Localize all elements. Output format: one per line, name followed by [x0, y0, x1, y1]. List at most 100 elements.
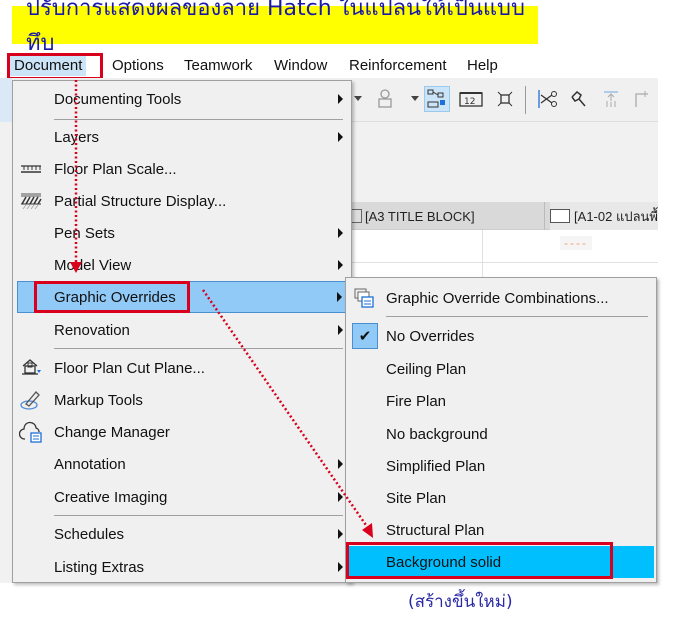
chevron-right-icon — [338, 562, 343, 572]
menu-item-structural-plan[interactable]: Structural Plan — [346, 514, 656, 546]
dropdown-arrow-icon[interactable] — [354, 96, 362, 101]
document-menu: Documenting Tools Layers Floor Plan Scal… — [12, 80, 352, 583]
split-scissors-icon[interactable] — [534, 86, 560, 112]
menu-item-markup-tools[interactable]: Markup Tools — [13, 384, 351, 416]
chevron-right-icon — [338, 529, 343, 539]
menu-item-site-plan[interactable]: Site Plan — [346, 482, 656, 514]
menu-item-label: Partial Structure Display... — [54, 192, 227, 210]
menu-item-label: Renovation — [54, 321, 130, 339]
menu-item-layers[interactable]: Layers — [13, 121, 351, 153]
menu-item-partial-structure-display[interactable]: Partial Structure Display... — [13, 185, 351, 217]
menu-item-label: Markup Tools — [54, 391, 143, 409]
menu-item-model-view[interactable]: Model View — [13, 249, 351, 281]
menu-item-graphic-overrides[interactable]: Graphic Overrides — [17, 281, 351, 313]
menu-options[interactable]: Options — [108, 55, 168, 76]
scale-ruler-icon[interactable]: 12 — [458, 86, 484, 112]
layout-icon — [550, 209, 571, 223]
title-banner: ปรับการแสดงผลของลาย Hatch ในแปลนให้เป็นแ… — [12, 0, 538, 56]
menu-item-no-background[interactable]: No background — [346, 418, 656, 450]
chevron-right-icon — [338, 260, 343, 270]
chevron-right-icon — [338, 132, 343, 142]
drawing-canvas[interactable] — [340, 230, 658, 280]
menu-item-label: Fire Plan — [386, 392, 447, 410]
checkmark-icon: ✔ — [352, 323, 378, 349]
menu-item-label: No Overrides — [386, 327, 475, 345]
menu-item-label: Schedules — [54, 525, 125, 543]
partial-structure-icon — [19, 189, 43, 213]
menu-item-background-solid[interactable]: Background solid — [348, 546, 654, 578]
chevron-right-icon — [338, 94, 343, 104]
svg-text:12: 12 — [464, 97, 475, 107]
menu-item-ceiling-plan[interactable]: Ceiling Plan — [346, 353, 656, 385]
menu-item-label: Change Manager — [54, 423, 170, 441]
tab-a1-02[interactable]: [A1-02 แปลนพื้ — [550, 202, 658, 230]
menu-item-pen-sets[interactable]: Pen Sets — [13, 217, 351, 249]
caption-new: (สร้างขึ้นใหม่) — [408, 592, 513, 612]
menu-item-documenting-tools[interactable]: Documenting Tools — [13, 83, 351, 115]
pick-up-icon[interactable] — [566, 86, 592, 112]
chevron-right-icon — [338, 492, 343, 502]
menu-item-annotation[interactable]: Annotation — [13, 448, 351, 480]
tab-a3-title-block[interactable]: [A3 TITLE BLOCK] — [350, 202, 545, 230]
toolbar-left-strip — [0, 78, 12, 122]
menu-item-listing-extras[interactable]: Listing Extras — [13, 551, 351, 583]
snap-point-icon[interactable] — [492, 86, 518, 112]
menu-item-creative-imaging[interactable]: Creative Imaging — [13, 481, 351, 513]
menu-item-label: Listing Extras — [54, 558, 145, 576]
change-manager-icon — [19, 420, 43, 444]
user-lock-icon[interactable] — [372, 86, 398, 112]
chevron-right-icon — [338, 325, 343, 335]
menu-item-floor-plan-cut-plane[interactable]: Floor Plan Cut Plane... — [13, 352, 351, 384]
menu-item-label: Floor Plan Scale... — [54, 160, 177, 178]
menu-item-label: Documenting Tools — [54, 90, 182, 108]
menu-item-label: Graphic Override Combinations... — [386, 289, 609, 307]
menu-item-label: Graphic Overrides — [54, 288, 176, 306]
menu-item-renovation[interactable]: Renovation — [13, 314, 351, 346]
graphic-overrides-submenu: Graphic Override Combinations... ✔ No Ov… — [345, 277, 657, 583]
corner-icon[interactable] — [628, 86, 654, 112]
canvas-dash-text: ---- — [560, 236, 592, 250]
menu-separator — [54, 119, 343, 120]
menu-item-label: Ceiling Plan — [386, 360, 467, 378]
menu-item-label: Creative Imaging — [54, 488, 168, 506]
markup-icon — [19, 388, 43, 412]
menu-item-label: Background solid — [386, 553, 502, 571]
graphic-override-icon[interactable] — [424, 86, 450, 112]
menu-separator — [54, 348, 343, 349]
view-tabs: [A3 TITLE BLOCK] [A1-02 แปลนพื้ — [340, 202, 658, 230]
menu-item-label: Pen Sets — [54, 224, 115, 242]
menu-item-label: Structural Plan — [386, 521, 485, 539]
menu-item-simplified-plan[interactable]: Simplified Plan — [346, 450, 656, 482]
menu-separator — [386, 316, 648, 317]
menubar: Document Options Teamwork Window Reinfor… — [0, 52, 676, 78]
menu-window[interactable]: Window — [270, 55, 331, 76]
chevron-right-icon — [338, 228, 343, 238]
menu-document[interactable]: Document — [10, 55, 87, 76]
override-combinations-icon — [352, 286, 376, 310]
menu-reinforcement[interactable]: Reinforcement — [345, 55, 451, 76]
grid-line — [482, 230, 483, 280]
menu-help[interactable]: Help — [463, 55, 502, 76]
menu-teamwork[interactable]: Teamwork — [180, 55, 256, 76]
menu-item-schedules[interactable]: Schedules — [13, 518, 351, 550]
floor-plan-scale-icon — [19, 157, 43, 181]
dropdown-arrow-icon[interactable] — [411, 96, 419, 101]
chevron-right-icon — [337, 292, 342, 302]
menu-item-fire-plan[interactable]: Fire Plan — [346, 385, 656, 417]
elevation-marker-icon[interactable] — [598, 86, 624, 112]
menu-item-graphic-override-combinations[interactable]: Graphic Override Combinations... — [346, 282, 656, 314]
toolbar-separator — [525, 86, 526, 114]
menu-item-label: No background — [386, 425, 488, 443]
tab-label: [A3 TITLE BLOCK] — [365, 208, 475, 224]
menu-item-label: Floor Plan Cut Plane... — [54, 359, 205, 377]
menu-item-floor-plan-scale[interactable]: Floor Plan Scale... — [13, 153, 351, 185]
grid-line — [340, 262, 658, 263]
chevron-right-icon — [338, 459, 343, 469]
menu-item-label: Model View — [54, 256, 132, 274]
menu-item-label: Site Plan — [386, 489, 447, 507]
cut-plane-icon — [19, 356, 43, 380]
menu-item-change-manager[interactable]: Change Manager — [13, 416, 351, 448]
banner-title: ปรับการแสดงผลของลาย Hatch ในแปลนให้เป็นแ… — [26, 0, 525, 56]
menu-item-label: Annotation — [54, 455, 126, 473]
menu-item-no-overrides[interactable]: ✔ No Overrides — [346, 320, 656, 352]
